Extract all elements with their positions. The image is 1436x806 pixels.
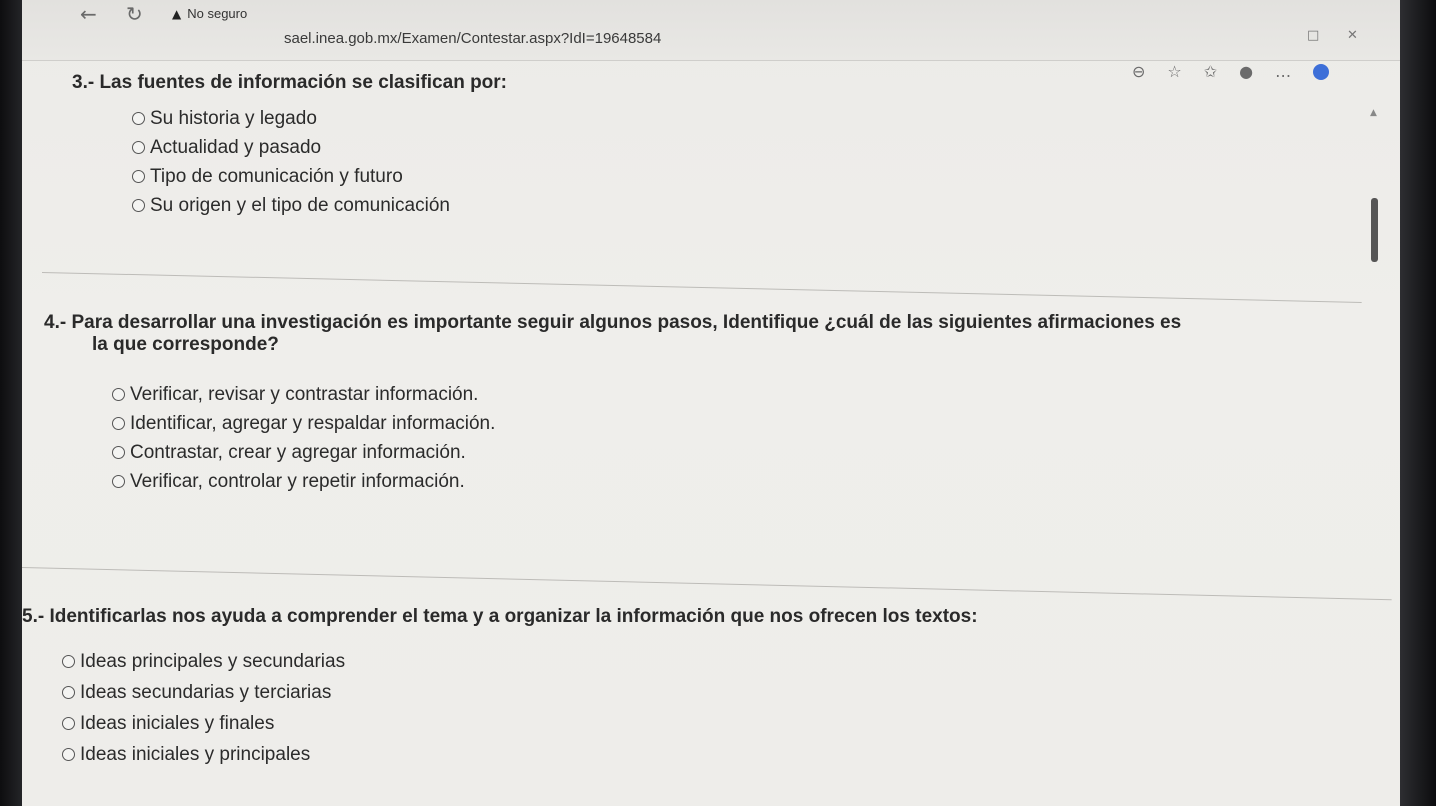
answer-option[interactable]: Ideas iniciales y finales bbox=[62, 708, 1392, 739]
answer-option[interactable]: Verificar, revisar y contrastar informac… bbox=[112, 380, 1374, 409]
address-bar-url[interactable]: sael.inea.gob.mx/Examen/Contestar.aspx?I… bbox=[284, 30, 661, 47]
restore-window-icon[interactable]: □ bbox=[1307, 28, 1319, 43]
answer-option[interactable]: Tipo de comunicación y futuro bbox=[132, 162, 507, 191]
radio-button[interactable] bbox=[132, 170, 145, 183]
question-title: 3.- Las fuentes de información se clasif… bbox=[72, 72, 508, 93]
answer-options: Verificar, revisar y contrastar informac… bbox=[112, 380, 1374, 496]
answer-option[interactable]: Verificar, controlar y repetir informaci… bbox=[112, 467, 1374, 496]
toolbar-icons: ⊖ ☆ ✩ ● … bbox=[1132, 62, 1330, 81]
radio-button[interactable] bbox=[132, 141, 145, 154]
answer-option[interactable]: Ideas principales y secundarias bbox=[62, 646, 1392, 677]
question-title: 5.- Identificarlas nos ayuda a comprende… bbox=[22, 606, 978, 627]
answer-option[interactable]: Identificar, agregar y respaldar informa… bbox=[112, 409, 1374, 438]
answer-option[interactable]: Ideas iniciales y principales bbox=[62, 739, 1392, 770]
scroll-thumb[interactable] bbox=[1371, 198, 1378, 262]
question-5: 5.- Identificarlas nos ayuda a comprende… bbox=[22, 606, 1392, 770]
answer-option[interactable]: Contrastar, crear y agregar información. bbox=[112, 438, 1374, 467]
scroll-up-arrow-icon[interactable]: ▲ bbox=[1370, 108, 1377, 118]
zoom-out-icon[interactable]: ⊖ bbox=[1132, 62, 1145, 81]
radio-button[interactable] bbox=[62, 686, 75, 699]
more-menu-icon[interactable]: … bbox=[1275, 62, 1291, 81]
browser-window: ← ↻ ▲ No seguro sael.inea.gob.mx/Examen/… bbox=[21, 0, 1400, 806]
answer-option[interactable]: Ideas secundarias y terciarias bbox=[62, 677, 1392, 708]
radio-button[interactable] bbox=[62, 748, 75, 761]
security-label: No seguro bbox=[187, 6, 248, 21]
section-divider bbox=[41, 272, 1362, 303]
close-window-icon[interactable]: ✕ bbox=[1347, 28, 1358, 43]
question-4: 4.- Para desarrollar una investigación e… bbox=[44, 312, 1374, 496]
radio-button[interactable] bbox=[62, 655, 75, 668]
answer-options: Ideas principales y secundarias Ideas se… bbox=[62, 646, 1392, 770]
reload-icon[interactable]: ↻ bbox=[126, 2, 143, 26]
radio-button[interactable] bbox=[132, 199, 145, 212]
answer-option[interactable]: Su origen y el tipo de comunicación bbox=[132, 191, 507, 220]
question-title: 4.- Para desarrollar una investigación e… bbox=[44, 312, 1182, 355]
radio-button[interactable] bbox=[112, 388, 125, 401]
extension-icon[interactable] bbox=[1313, 63, 1330, 80]
answer-option[interactable]: Su historia y legado bbox=[132, 104, 507, 133]
favorite-star-icon[interactable]: ☆ bbox=[1167, 62, 1181, 81]
collections-icon[interactable]: ✩ bbox=[1204, 62, 1217, 81]
profile-icon[interactable]: ● bbox=[1239, 62, 1253, 81]
radio-button[interactable] bbox=[112, 475, 125, 488]
warning-icon: ▲ bbox=[172, 6, 182, 21]
security-indicator[interactable]: ▲ No seguro bbox=[172, 6, 247, 21]
radio-button[interactable] bbox=[112, 446, 125, 459]
answer-option[interactable]: Actualidad y pasado bbox=[132, 133, 507, 162]
browser-toolbar: ← ↻ ▲ No seguro sael.inea.gob.mx/Examen/… bbox=[22, 0, 1400, 61]
answer-options: Su historia y legado Actualidad y pasado… bbox=[132, 104, 507, 220]
question-3: 3.- Las fuentes de información se clasif… bbox=[72, 72, 507, 220]
back-arrow-icon[interactable]: ← bbox=[80, 2, 97, 26]
radio-button[interactable] bbox=[62, 717, 75, 730]
radio-button[interactable] bbox=[132, 112, 145, 125]
radio-button[interactable] bbox=[112, 417, 125, 430]
section-divider bbox=[21, 567, 1392, 601]
